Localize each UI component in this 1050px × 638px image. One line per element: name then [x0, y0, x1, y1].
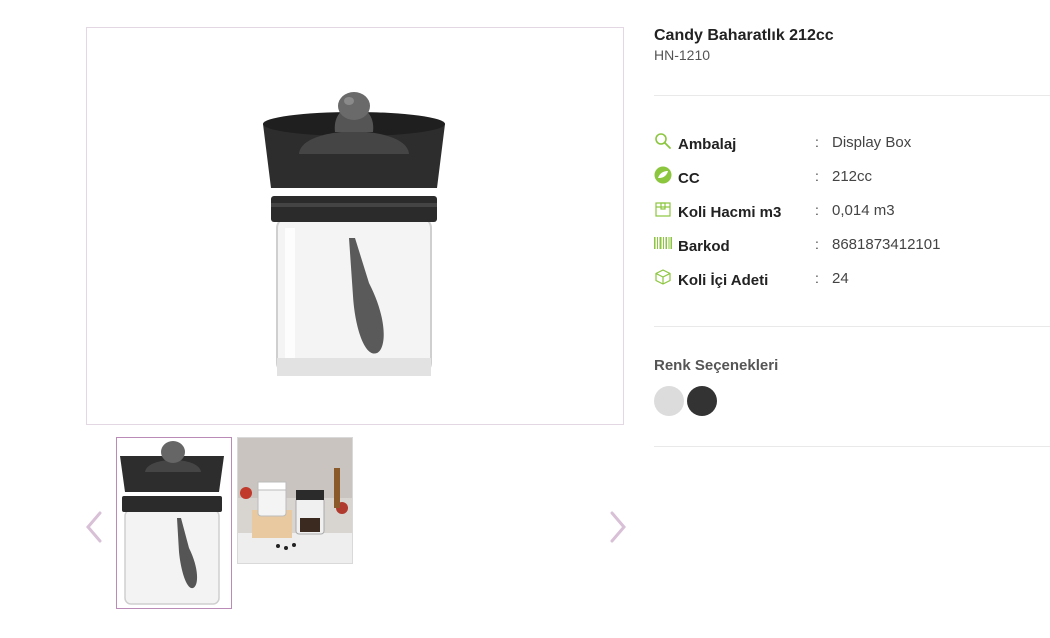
chevron-left-icon [86, 511, 102, 543]
spec-label: Koli İçi Adeti [678, 272, 769, 289]
spec-value: Display Box [832, 134, 912, 151]
chevron-right-icon [610, 511, 626, 543]
leaf-badge-icon [654, 166, 672, 184]
color-options-title: Renk Seçenekleri [654, 357, 779, 374]
spec-label: Ambalaj [678, 136, 737, 153]
spec-row-cc: CC : 212cc [654, 166, 1050, 194]
spec-separator: : [815, 134, 819, 150]
spec-separator: : [815, 202, 819, 218]
divider [654, 446, 1050, 447]
spec-label: Barkod [678, 238, 730, 255]
spec-separator: : [815, 270, 819, 286]
thumbnail-jar[interactable] [116, 437, 232, 609]
cube-icon [655, 269, 671, 285]
spec-separator: : [815, 168, 819, 184]
product-code: HN-1210 [654, 47, 711, 63]
main-product-image[interactable] [86, 27, 624, 425]
gallery-prev-button[interactable] [85, 509, 105, 545]
spec-row-barkod: Barkod : 8681873412101 [654, 236, 1050, 262]
spec-row-koli-hacmi: Koli Hacmi m3 : 0,014 m3 [654, 202, 1050, 228]
spec-value: 24 [832, 270, 849, 287]
color-swatch-dark[interactable] [687, 386, 717, 416]
spec-label: Koli Hacmi m3 [678, 204, 782, 221]
gallery-next-button[interactable] [607, 509, 627, 545]
divider [654, 95, 1050, 96]
spec-row-koli-ici-adeti: Koli İçi Adeti : 24 [654, 269, 1050, 296]
divider [654, 326, 1050, 327]
spec-value: 212cc [832, 168, 873, 185]
spec-value: 0,014 m3 [832, 202, 895, 219]
spec-row-ambalaj: Ambalaj : Display Box [654, 133, 1050, 160]
search-icon [655, 133, 671, 149]
color-swatch-light-gray[interactable] [654, 386, 684, 416]
spec-separator: : [815, 236, 819, 252]
product-title: Candy Baharatlık 212cc [654, 27, 834, 44]
thumbnail-lifestyle[interactable] [237, 437, 353, 564]
spec-label: CC [678, 170, 700, 187]
box-icon [655, 202, 671, 217]
spec-value: 8681873412101 [832, 236, 941, 253]
barcode-icon [654, 237, 672, 249]
